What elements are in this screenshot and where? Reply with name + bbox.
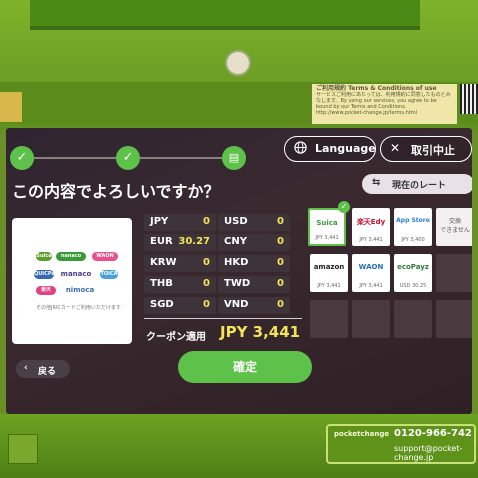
tile-amazon[interactable]: amazon JPY 3,441 [310,254,348,292]
tile-empty [436,300,472,338]
tile-suica[interactable]: Suica JPY 3,441 [308,208,346,246]
tile-empty [436,254,472,292]
current-rate-button[interactable]: ⇆ 現在のレート [362,174,472,194]
unavailable-label: 交換 できません [440,218,470,234]
currency-row: KRW 0 [144,255,216,272]
selected-check-icon: ✓ [338,201,350,213]
tile-ecopayz[interactable]: ecoPayz USD 30.25 [394,254,432,292]
upper-display [30,0,420,30]
tile-empty [394,300,432,338]
coupon-divider [144,318,302,319]
bottom-slot [8,434,38,464]
touch-screen: ✓ ✓ ▤ Language ✕ 取引中止 この内容でよろしいですか？ ⇆ 現在… [6,128,472,414]
cancel-transaction-button[interactable]: ✕ 取引中止 [380,136,472,162]
currency-row: USD 0 [218,214,290,231]
card-logo: WAON [92,252,118,261]
card-logo: TOICA [100,270,118,279]
currency-row: HKD 0 [218,255,290,272]
cancel-label: 取引中止 [411,144,455,157]
chevron-left-icon: ‹ [24,363,28,373]
card-logo: 楽天Edy [36,286,56,302]
language-label: Language [315,142,376,155]
tile-app-store[interactable]: App Store JPY 3,400 [394,208,432,246]
tile-empty [310,300,348,338]
tile-waon[interactable]: WAON JPY 3,441 [352,254,390,292]
exchange-icon: ⇆ [372,177,381,188]
currency-row: SGD 0 [144,297,216,314]
qr-code [460,84,478,114]
back-button[interactable]: ‹ 戻る [16,360,70,378]
left-sticker [0,92,22,122]
card-logo: QUICPay [34,270,58,279]
currency-row: CNY 0 [218,234,290,251]
currency-row: JPY 0 [144,214,216,231]
currency-row: EUR 30.27 [144,234,216,251]
currency-row: VND 0 [218,297,290,314]
ic-card-panel: Suica nanaco WAON QUICPay manaco TOICA 楽… [12,218,132,344]
confirm-button[interactable]: 確定 [178,351,312,383]
globe-icon [294,141,307,157]
card-logo: nanaco [56,252,86,261]
coupon-label: クーポン適用 [146,332,206,343]
support-contact: pocketchange 0120-966-742 support@pocket… [326,424,476,464]
progress-line-2 [140,157,230,159]
terms-text: サービスご利用にあたっては、利用規約に同意したものとみなします。By using… [316,92,451,116]
back-label: 戻る [38,367,57,377]
step-3-document-icon: ▤ [222,146,246,170]
tile-empty [352,300,390,338]
support-phone: 0120-966-742 [394,428,472,439]
close-icon: ✕ [390,141,401,155]
currency-row: THB 0 [144,276,216,293]
card-logo: manaco [56,270,96,279]
step-2-check-icon: ✓ [116,146,140,170]
currency-row: TWD 0 [218,276,290,293]
terms-sticker: ご利用規約 Terms & Conditions of use サービスご利用に… [312,84,457,124]
confirm-question: この内容でよろしいですか？ [12,182,220,201]
step-1-check-icon: ✓ [10,146,34,170]
card-logo: nimoca [58,286,102,295]
current-rate-label: 現在のレート [392,181,447,191]
tile-unavailable: 交換 できません [436,208,472,246]
camera-lens [225,50,251,76]
coupon-total: JPY 3,441 [220,323,301,341]
tile-edy[interactable]: 楽天Edy JPY 3,441 [352,208,390,246]
pocketchange-logo: pocketchange [334,430,390,438]
card-logo: Suica [36,252,52,261]
support-email: support@pocket-change.jp [394,444,463,462]
card-caption: その他JRICカードご利用いただけます [36,305,121,311]
language-button[interactable]: Language [284,136,376,162]
